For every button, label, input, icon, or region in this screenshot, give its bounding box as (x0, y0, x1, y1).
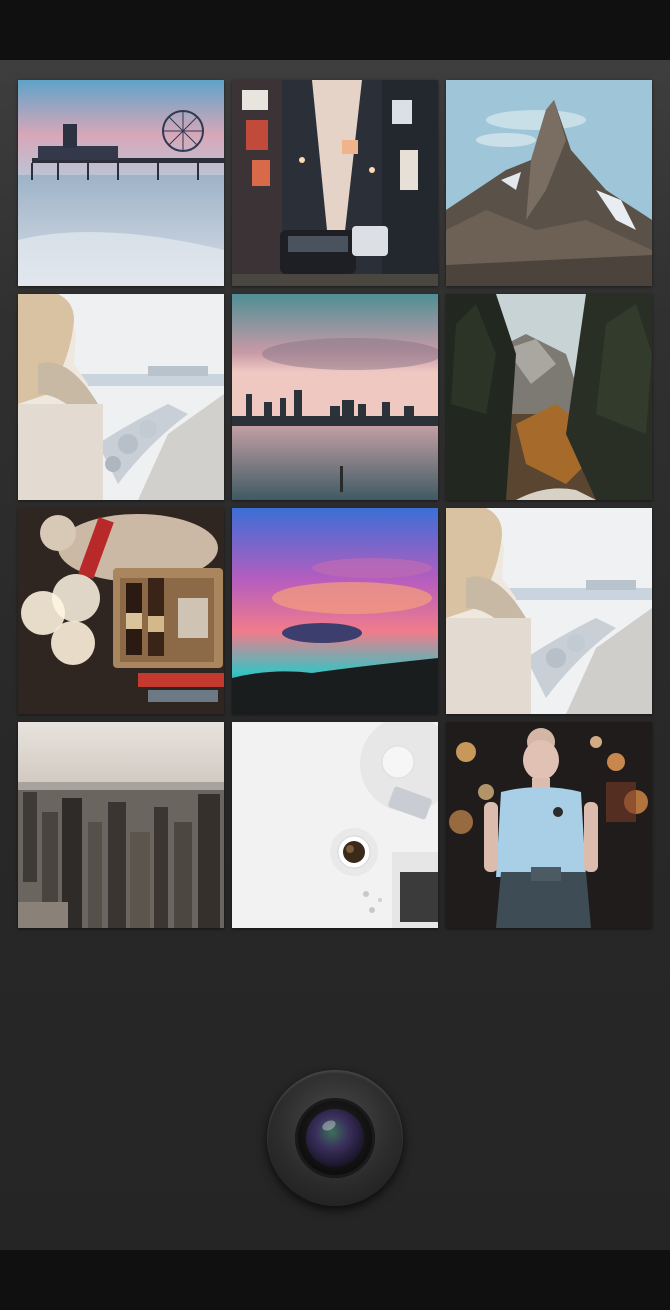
photo-tile-11[interactable] (232, 722, 438, 928)
city-aerial-photo (18, 722, 224, 928)
night-city-street-photo (232, 80, 438, 286)
camera-shutter-button[interactable] (267, 1070, 403, 1206)
photo-tile-2[interactable] (232, 80, 438, 286)
status-bar (0, 0, 670, 60)
photo-tile-4[interactable] (18, 294, 224, 500)
main-panel (0, 60, 670, 1250)
photo-tile-3[interactable] (446, 80, 652, 286)
woman-shoreline-photo (18, 294, 224, 500)
lens-glint (320, 1118, 338, 1133)
skyline-dusk-photo (232, 294, 438, 500)
gift-basket-photo (18, 508, 224, 714)
photo-tile-5[interactable] (232, 294, 438, 500)
photo-tile-7[interactable] (18, 508, 224, 714)
camera-lens-ring (295, 1098, 375, 1178)
woman-shoreline-photo-2 (446, 508, 652, 714)
navigation-bar (0, 1250, 670, 1310)
woman-night-street-photo (446, 722, 652, 928)
camera-lens-icon (306, 1109, 364, 1167)
photo-tile-6[interactable] (446, 294, 652, 500)
photo-tile-10[interactable] (18, 722, 224, 928)
photo-tile-12[interactable] (446, 722, 652, 928)
coffee-flatlay-photo (232, 722, 438, 928)
photo-tile-8[interactable] (232, 508, 438, 714)
sunset-clouds-photo (232, 508, 438, 714)
photo-tile-1[interactable] (18, 80, 224, 286)
photo-tile-9[interactable] (446, 508, 652, 714)
mountain-peak-photo (446, 80, 652, 286)
pier-ferris-wheel-photo (18, 80, 224, 286)
pine-forest-photo (446, 294, 652, 500)
